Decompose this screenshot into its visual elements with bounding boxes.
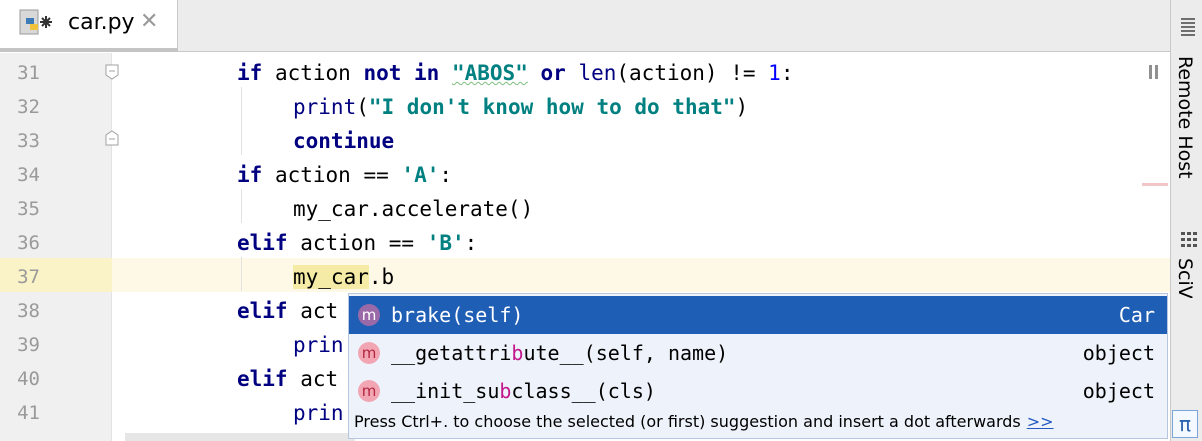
completion-hint: Press Ctrl+. to choose the selected (or … <box>354 412 1054 431</box>
line-number: 39 <box>17 334 40 356</box>
code-text: if action not in "ABOS" or len(action) !… <box>237 61 794 85</box>
python-console-button[interactable]: π <box>1172 410 1198 438</box>
line-number: 31 <box>17 62 40 84</box>
tab-file-name: car.py <box>68 10 135 35</box>
pause-icon[interactable] <box>1149 64 1161 79</box>
line-number: 36 <box>17 232 40 254</box>
code-text: print("I don't know how to do that") <box>293 95 749 119</box>
code-text: prin <box>293 401 344 425</box>
horizontal-scrollbar[interactable] <box>125 433 355 441</box>
method-icon: m <box>358 304 380 326</box>
code-text: my_car.b <box>293 265 395 289</box>
completion-hint-text: Press Ctrl+. to choose the selected (or … <box>354 412 1021 431</box>
code-text: elif act <box>237 367 339 391</box>
line-number: 37 <box>17 266 40 288</box>
grip-icon <box>1181 18 1195 40</box>
code-text: elif action == 'B': <box>237 231 478 255</box>
code-text: prin <box>293 333 344 357</box>
code-line: 32 print("I don't know how to do that") <box>0 90 1170 124</box>
python-file-icon <box>19 9 52 35</box>
completion-more-link[interactable]: >> <box>1027 412 1054 431</box>
sciview-tool-button[interactable]: SciView <box>1174 258 1196 298</box>
line-number: 35 <box>17 198 40 220</box>
error-stripe-mark[interactable] <box>1142 183 1168 186</box>
completion-item[interactable]: m __getattribute__(self, name) object <box>349 334 1167 372</box>
line-number: 32 <box>17 96 40 118</box>
line-number: 34 <box>17 164 40 186</box>
completion-item-label: brake(self) <box>391 303 524 327</box>
code-text: continue <box>293 129 395 153</box>
code-text: elif act <box>237 299 339 323</box>
tab-car-py[interactable]: car.py ✕ <box>0 0 178 52</box>
completion-item-label: __init_subclass__(cls) <box>391 379 656 403</box>
code-line: 33 continue <box>0 124 1170 158</box>
code-text: if action == 'A': <box>237 163 453 187</box>
code-line: 34 if action == 'A': <box>0 158 1170 192</box>
line-number: 38 <box>17 300 40 322</box>
line-number: 40 <box>17 368 40 390</box>
completion-item-type: object <box>1082 379 1155 403</box>
line-number: 33 <box>17 130 40 152</box>
line-number: 41 <box>17 402 40 424</box>
code-line: 36 elif action == 'B': <box>0 226 1170 260</box>
code-line-current: 37 my_car.b <box>0 260 1170 294</box>
code-text: my_car.accelerate() <box>293 197 534 221</box>
active-tab-indicator <box>0 48 178 52</box>
completion-item[interactable]: m __init_subclass__(cls) object <box>349 372 1167 410</box>
completion-item-label: __getattribute__(self, name) <box>391 341 729 365</box>
remote-host-tool-button[interactable]: Remote Host <box>1174 56 1196 179</box>
code-line: 31 if action not in "ABOS" or len(action… <box>0 56 1170 90</box>
completion-item[interactable]: m brake(self) Car <box>349 296 1167 334</box>
close-icon[interactable]: ✕ <box>140 9 158 34</box>
completion-item-type: Car <box>1118 303 1155 327</box>
code-line: 35 my_car.accelerate() <box>0 192 1170 226</box>
completion-item-type: object <box>1082 341 1155 365</box>
method-icon: m <box>358 342 380 364</box>
sciview-icon <box>1181 232 1197 247</box>
completion-popup: m brake(self) Car m __getattribute__(sel… <box>348 293 1168 439</box>
editor-tab-bar: car.py ✕ <box>0 0 1170 52</box>
method-icon: m <box>358 380 380 402</box>
